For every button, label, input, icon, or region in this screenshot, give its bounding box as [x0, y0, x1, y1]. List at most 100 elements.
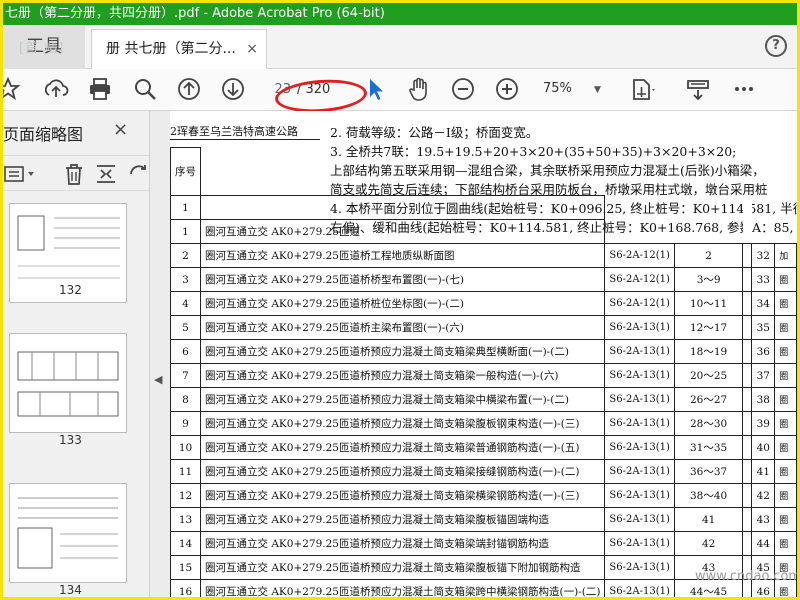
table-cell-name: 圈河互通立交 AK0+279.25匝道桥预应力混凝土简支箱梁腹板锚固端构造 [199, 507, 606, 532]
table-cell-nm2: 圈 [774, 411, 797, 436]
table-cell-code: S6-2A-13(1) [604, 387, 675, 412]
sidebar-close-icon[interactable]: × [113, 119, 128, 140]
table-cell-no: 6 [170, 339, 201, 364]
table-cell-pages: 42 [673, 531, 744, 556]
table-cell-name: 圈河互通立交 AK0+279.25匝道桥桩位坐标图(一)-(二) [199, 291, 606, 316]
note-line: 2. 荷载等级：公路－Ⅰ级；桥面变宽。 [330, 125, 539, 140]
chevron-left-icon[interactable]: ◀ [154, 373, 162, 386]
table-row: 13 圈河互通立交 AK0+279.25匝道桥预应力混凝土简支箱梁腹板锚固端构造 S… [170, 507, 797, 532]
table-cell-code: S6-2A-13(1) [604, 483, 675, 508]
table-cell-no: 9 [170, 411, 201, 436]
zoom-out-icon[interactable] [448, 74, 478, 104]
thumbnail-label: 132 [59, 283, 82, 297]
table-cell-no2: 33 [751, 267, 776, 292]
table-row: 5 圈河互通立交 AK0+279.25匝道桥主梁布置图(一)-(六) S6-2A-1… [170, 315, 797, 340]
table-cell-no2: 34 [751, 291, 776, 316]
table-cell-no2: 38 [751, 387, 776, 412]
table-cell-sep [742, 195, 752, 220]
table-cell-no: 1 [170, 219, 201, 244]
thumbnail-sidebar: 页面缩略图 × 132 133 134 [3, 111, 150, 597]
table-cell-name: 圈河互通立交 AK0+279.25匝道桥预应力混凝土简支箱梁接缝钢筋构造(一)-… [199, 459, 606, 484]
table-row: 6 圈河互通立交 AK0+279.25匝道桥预应力混凝土简支箱梁典型横断面(一)-… [170, 339, 797, 364]
zoom-select[interactable]: 75% ▼ [543, 81, 601, 96]
table-row: 7 圈河互通立交 AK0+279.25匝道桥预应力混凝土简支箱梁一般构造(一)-(… [170, 363, 797, 388]
thumbnail-page[interactable] [9, 333, 127, 433]
table-cell-name: 圈河互通立交 AK0+279.25匝道桥预应力混凝土简支箱梁普通钢筋构造(一)-… [199, 435, 606, 460]
help-icon[interactable]: ? [765, 35, 787, 57]
thumbnail-page[interactable] [9, 483, 127, 583]
table-cell-name: 圈河互通立交 AK0+279.25匝道桥预应力混凝土简支箱梁腹板钢束构造(一)-… [199, 411, 606, 436]
table-cell-code: S6-2A-13(1) [604, 459, 675, 484]
table-cell-code: S6-2A-12(1) [604, 291, 675, 316]
print-icon[interactable] [85, 74, 115, 104]
thumbnail-label: 133 [59, 433, 82, 447]
page-up-icon[interactable] [174, 74, 204, 104]
table-cell-pages: 28～30 [673, 411, 744, 436]
table-cell-sep [742, 387, 753, 412]
tab-document-label: 册 共七册（第二分... [106, 41, 236, 57]
table-cell-no2: 36 [751, 339, 776, 364]
table-cell-code: S6-2A-13(1) [604, 531, 675, 556]
table-cell-sep [742, 483, 753, 508]
table-cell-no: 10 [170, 435, 201, 460]
table-cell-name: 圈河互通立交 AK0+279.25匝道桥工程地质纵断面图 [199, 243, 606, 268]
table-row: 12 圈河互通立交 AK0+279.25匝道桥预应力混凝土简支箱梁横梁钢筋构造(一… [170, 483, 797, 508]
zoom-value: 75% [543, 81, 572, 96]
table-cell-no: 16 [170, 579, 201, 597]
table-cell-code: S6-2A-13(1) [604, 507, 675, 532]
table-cell-sep [742, 531, 753, 556]
table-cell-sep [742, 219, 752, 244]
star-icon[interactable] [3, 74, 23, 104]
table-cell-no: 3 [170, 267, 201, 292]
table-cell-name: 圈河互通立交 AK0+279.25匝道桥预应力混凝土简支箱梁腹板锚下附加钢筋构造 [199, 555, 606, 580]
main-toolbar: 23/ 320 75% ▼ [3, 69, 797, 111]
rotate-page-icon[interactable] [125, 161, 151, 187]
table-cell-pages: 38～40 [673, 483, 744, 508]
table-cell-pages: 36～37 [673, 459, 744, 484]
table-row: 10 圈河互通立交 AK0+279.25匝道桥预应力混凝土简支箱梁普通钢筋构造(一… [170, 435, 797, 460]
table-cell-nm2: 圈 [774, 387, 797, 412]
table-cell-no2: 40 [751, 435, 776, 460]
table-cell-code: S6-2A-12(1) [604, 267, 675, 292]
table-cell-pages [674, 196, 743, 220]
table-cell-sep [742, 339, 753, 364]
table-cell-name: 圈河互通立交 AK0+279.25匝道桥桥型布置图(一)-(七) [199, 267, 606, 292]
table-cell-pages: 41 [673, 507, 744, 532]
tab-document[interactable]: 册 共七册（第二分... × [91, 29, 267, 69]
table-cell-nm2: 圈 [774, 291, 797, 316]
watermark-logo: [首 站] [19, 41, 65, 56]
table-cell-no2: 39 [751, 411, 776, 436]
table-row: 1 [170, 195, 797, 220]
table-cell-nm2: 圈 [774, 507, 797, 532]
table-cell-no2: 37 [751, 363, 776, 388]
table-cell-pages: 31～35 [673, 435, 744, 460]
window-title: 七册（第二分册，共四分册）.pdf - Adobe Acrobat Pro (6… [5, 6, 385, 21]
fit-page-icon[interactable] [627, 74, 657, 104]
trash-icon[interactable] [61, 161, 87, 187]
table-cell-pages: 26～27 [673, 387, 744, 412]
app-window: 七册（第二分册，共四分册）.pdf - Adobe Acrobat Pro (6… [3, 3, 797, 597]
table-cell-no: 11 [170, 459, 201, 484]
upload-icon[interactable] [41, 74, 71, 104]
zoom-in-icon[interactable] [492, 74, 522, 104]
more-icon[interactable] [729, 74, 759, 104]
table-cell-nm2: 圈 [774, 267, 797, 292]
zoom-icon[interactable] [130, 74, 160, 104]
tab-close-icon[interactable]: × [246, 30, 258, 68]
extract-page-icon[interactable] [93, 161, 119, 187]
table-cell-name: 圈河互通立交 AK0+279.25匝道桥预应力混凝土简支箱梁中横梁布置(一)-(… [199, 387, 606, 412]
table-row: 11 圈河互通立交 AK0+279.25匝道桥预应力混凝土简支箱梁接缝钢筋构造(一… [170, 459, 797, 484]
comment-icon[interactable] [683, 74, 713, 104]
table-row: 8 圈河互通立交 AK0+279.25匝道桥预应力混凝土简支箱梁中横梁布置(一)-… [170, 387, 797, 412]
table-cell-code: S6-2A-12(1) [604, 243, 675, 268]
table-cell-name: 圈河互通立交 AK0+279.25匝道桥预应力混凝土简支箱梁跨中横梁钢筋构造(一… [199, 579, 606, 597]
table-row: 4 圈河互通立交 AK0+279.25匝道桥桩位坐标图(一)-(二) S6-2A-1… [170, 291, 797, 316]
table-cell-no2: 41 [751, 459, 776, 484]
page-down-icon[interactable] [218, 74, 248, 104]
hand-icon[interactable] [404, 74, 434, 104]
table-cell-no: 4 [170, 291, 201, 316]
options-menu-icon[interactable] [3, 162, 39, 186]
window-title-bar: 七册（第二分册，共四分册）.pdf - Adobe Acrobat Pro (6… [3, 3, 797, 25]
sidebar-collapse-handle[interactable]: ◀ [150, 111, 170, 597]
tab-bar: 工具 [首 站] 册 共七册（第二分... × ? [3, 25, 797, 69]
